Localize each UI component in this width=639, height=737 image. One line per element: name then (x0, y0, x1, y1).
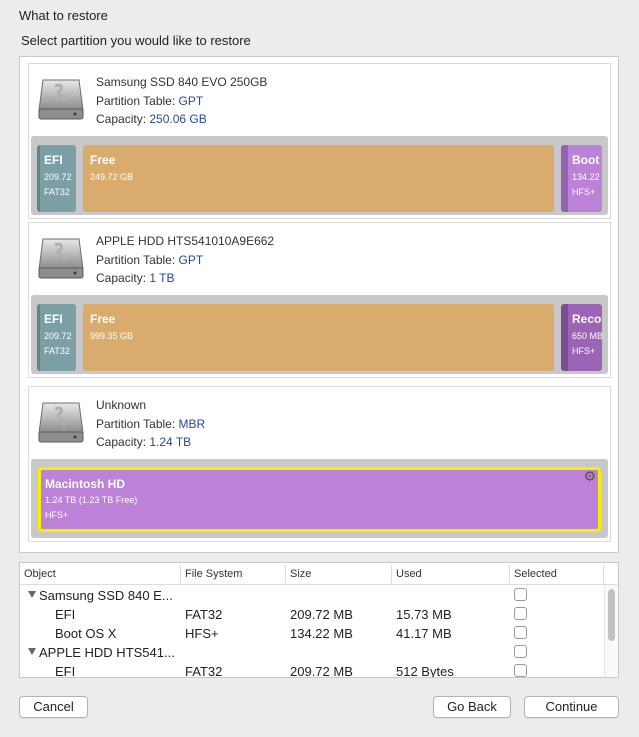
hard-disk-icon (38, 238, 84, 279)
table-row[interactable]: APPLE HDD HTS541... (20, 643, 603, 662)
select-checkbox[interactable] (514, 607, 527, 620)
continue-button[interactable]: Continue (524, 696, 619, 718)
partition-table: Partition Table: MBR (96, 417, 206, 431)
restore-objects-table: Object File System Size Used Selected Sa… (19, 562, 619, 678)
disclosure-triangle-icon[interactable] (28, 648, 36, 655)
gear-icon[interactable]: ⚙ (583, 470, 596, 485)
select-checkbox[interactable] (514, 664, 527, 677)
cancel-button[interactable]: Cancel (19, 696, 88, 718)
capacity: Capacity: 1.24 TB (96, 435, 192, 449)
vertical-scrollbar[interactable] (604, 585, 618, 677)
hard-disk-icon (38, 402, 84, 443)
disk-card[interactable]: Samsung SSD 840 EVO 250GB Partition Tabl… (28, 63, 611, 219)
partition-free[interactable]: Free 999.35 GB (83, 304, 554, 371)
disk-card[interactable]: APPLE HDD HTS541010A9E662 Partition Tabl… (28, 222, 611, 378)
partition-efi[interactable]: EFI 209.72 FAT32 (37, 304, 76, 371)
partition-free[interactable]: Free 249.72 GB (83, 145, 554, 212)
column-header-used[interactable]: Used (396, 568, 422, 580)
disk-list: Samsung SSD 840 EVO 250GB Partition Tabl… (19, 56, 619, 553)
scrollbar-thumb[interactable] (608, 589, 615, 641)
select-checkbox[interactable] (514, 626, 527, 639)
column-divider (180, 565, 181, 583)
select-checkbox[interactable] (514, 588, 527, 601)
partition-efi[interactable]: EFI 209.72 FAT32 (37, 145, 76, 212)
capacity: Capacity: 250.06 GB (96, 112, 207, 126)
disk-name: Unknown (96, 398, 147, 412)
go-back-button[interactable]: Go Back (433, 696, 511, 718)
select-checkbox[interactable] (514, 645, 527, 658)
column-divider (391, 565, 392, 583)
partition-table: Partition Table: GPT (96, 253, 204, 267)
partition-macintosh-hd[interactable]: Macintosh HD 1.24 TB (1.23 TB Free) HFS+… (38, 467, 601, 532)
disk-name: APPLE HDD HTS541010A9E662 (96, 234, 275, 248)
column-header-size[interactable]: Size (290, 568, 311, 580)
disk-name: Samsung SSD 840 EVO 250GB (96, 75, 268, 89)
table-header: Object File System Size Used Selected (20, 563, 618, 585)
column-header-selected[interactable]: Selected (514, 568, 557, 580)
table-row[interactable]: Samsung SSD 840 E... (20, 586, 603, 605)
column-header-object[interactable]: Object (24, 568, 56, 580)
hard-disk-icon (38, 79, 84, 120)
disclosure-triangle-icon[interactable] (28, 591, 36, 598)
table-row[interactable]: EFI FAT32 209.72 MB 15.73 MB (20, 605, 603, 624)
table-row[interactable]: EFI FAT32 209.72 MB 512 Bytes (20, 662, 603, 677)
table-row[interactable]: Boot OS X HFS+ 134.22 MB 41.17 MB (20, 624, 603, 643)
title: What to restore (19, 8, 108, 23)
subtitle: Select partition you would like to resto… (21, 33, 251, 48)
capacity: Capacity: 1 TB (96, 271, 175, 285)
partition-boot[interactable]: Boot O 134.22 HFS+ (561, 145, 602, 212)
column-divider (603, 565, 604, 583)
column-header-file-system[interactable]: File System (185, 568, 242, 580)
partition-recovery[interactable]: Recov 650 MB HFS+ (561, 304, 602, 371)
column-divider (285, 565, 286, 583)
disk-card[interactable]: Unknown Partition Table: MBR Capacity: 1… (28, 386, 611, 542)
partition-map: Macintosh HD 1.24 TB (1.23 TB Free) HFS+… (31, 459, 608, 538)
partition-map: EFI 209.72 FAT32 Free 999.35 GB Recov 65… (31, 295, 608, 374)
partition-table: Partition Table: GPT (96, 94, 204, 108)
partition-map: EFI 209.72 FAT32 Free 249.72 GB Boot O 1… (31, 136, 608, 215)
column-divider (509, 565, 510, 583)
